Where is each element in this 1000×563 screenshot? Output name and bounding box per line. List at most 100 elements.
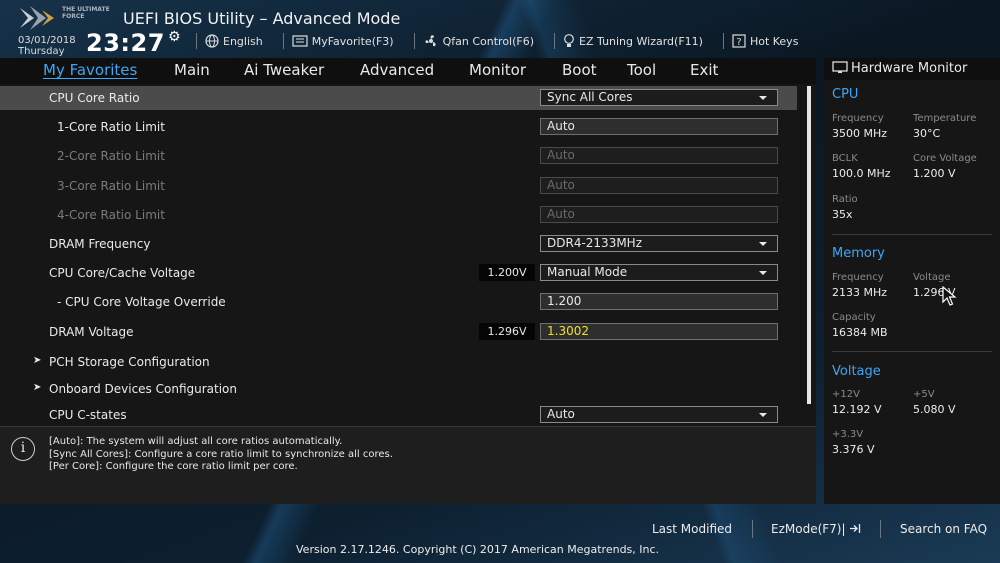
current-voltage-readout: 1.200V [479, 264, 535, 281]
ratio-label: Ratio [832, 194, 858, 205]
setting-row-4-core-ratio: 4-Core Ratio Limit Auto [0, 203, 797, 227]
2-core-ratio-input: Auto [540, 147, 778, 164]
copyright-text: Version 2.17.1246. Copyright (C) 2017 Am… [296, 543, 660, 556]
setting-row-3-core-ratio: 3-Core Ratio Limit Auto [0, 174, 797, 198]
toolbar-separator [196, 33, 197, 49]
main-panel: My Favorites Main Ai Tweaker Advanced Mo… [0, 58, 816, 504]
v33-label: +3.3V [832, 429, 864, 440]
weekday: Thursday [18, 46, 65, 57]
bulb-icon [564, 34, 574, 47]
tab-bar: My Favorites Main Ai Tweaker Advanced Mo… [0, 58, 816, 84]
dram-frequency-dropdown[interactable]: DDR4-2133MHz [540, 235, 778, 252]
tab-main[interactable]: Main [174, 61, 210, 79]
setting-row-2-core-ratio: 2-Core Ratio Limit Auto [0, 144, 797, 168]
submenu-onboard-devices[interactable]: ➤ Onboard Devices Configuration [0, 377, 797, 401]
exit-arrow-icon [850, 524, 861, 533]
qfan-button[interactable]: Qfan Control(F6) [413, 33, 535, 49]
tab-boot[interactable]: Boot [562, 61, 597, 79]
setting-row-cpu-core-ratio[interactable]: CPU Core Ratio Sync All Cores [0, 86, 797, 110]
v12-label: +12V [832, 389, 860, 400]
setting-row-cpu-c-states[interactable]: CPU C-states Auto [0, 403, 797, 426]
info-icon: i [11, 437, 35, 461]
current-voltage-readout: 1.296V [479, 323, 535, 340]
search-faq-button[interactable]: Search on FAQ [900, 522, 987, 536]
memory-frequency-value: 2133 MHz [832, 286, 888, 299]
3-core-ratio-input: Auto [540, 177, 778, 194]
myfavorite-label: MyFavorite(F3) [311, 34, 394, 48]
help-text: [Auto]: The system will adjust all core … [49, 436, 393, 474]
setting-label: CPU Core/Cache Voltage [49, 266, 196, 280]
help-line: [Sync All Cores]: Configure a core ratio… [49, 448, 393, 460]
capacity-label: Capacity [832, 312, 876, 323]
last-modified-button[interactable]: Last Modified [652, 522, 732, 536]
scrollbar-thumb[interactable] [807, 86, 811, 404]
footer-separator [880, 520, 881, 538]
setting-label: 2-Core Ratio Limit [57, 149, 165, 163]
setting-label: - CPU Core Voltage Override [57, 295, 226, 309]
4-core-ratio-input: Auto [540, 206, 778, 223]
cpu-frequency-value: 3500 MHz [832, 127, 888, 140]
app-title: UEFI BIOS Utility – Advanced Mode [123, 9, 401, 28]
1-core-ratio-input[interactable]: Auto [540, 118, 778, 135]
footer-separator [752, 520, 753, 538]
setting-label: DRAM Voltage [49, 325, 134, 339]
cpu-temperature-label: Temperature [913, 113, 977, 124]
myfavorite-button[interactable]: MyFavorite(F3) [282, 33, 394, 49]
submenu-arrow-icon: ➤ [33, 382, 42, 393]
tab-my-favorites[interactable]: My Favorites [43, 61, 137, 79]
question-icon: ? [732, 34, 746, 48]
ezmode-label: EzMode(F7)| [771, 522, 846, 536]
cpu-core-ratio-dropdown[interactable]: Sync All Cores [540, 89, 778, 106]
settings-list: CPU Core Ratio Sync All Cores 1-Core Rat… [0, 86, 800, 426]
section-divider [832, 351, 992, 352]
setting-label: PCH Storage Configuration [49, 355, 210, 369]
ratio-value: 35x [832, 208, 853, 221]
clock: 23:27 [86, 29, 165, 57]
svg-text:?: ? [736, 37, 741, 48]
bclk-label: BCLK [832, 153, 858, 164]
v33-value: 3.376 V [832, 443, 875, 456]
cpu-voltage-mode-dropdown[interactable]: Manual Mode [540, 264, 778, 281]
dram-voltage-input[interactable]: 1.3002 [540, 323, 778, 340]
globe-icon [205, 34, 219, 48]
toolbar-separator [413, 33, 415, 49]
tab-exit[interactable]: Exit [690, 61, 718, 79]
help-line: [Per Core]: Configure the core ratio lim… [49, 461, 298, 472]
setting-label: Onboard Devices Configuration [49, 382, 238, 396]
cpu-frequency-label: Frequency [832, 113, 884, 124]
submenu-pch-storage[interactable]: ➤ PCH Storage Configuration [0, 350, 797, 374]
language-button[interactable]: English [196, 33, 263, 49]
tab-advanced[interactable]: Advanced [360, 61, 434, 79]
hotkeys-button[interactable]: ? Hot Keys [722, 33, 799, 49]
logo-text: THE ULTIMATE FORCE [62, 6, 110, 20]
tab-tool[interactable]: Tool [627, 61, 656, 79]
hotkeys-label: Hot Keys [749, 34, 799, 48]
mouse-cursor-icon [942, 286, 957, 306]
qfan-label: Qfan Control(F6) [442, 34, 535, 48]
ez-tuning-button[interactable]: EZ Tuning Wizard(F11) [554, 33, 703, 49]
cpu-c-states-dropdown[interactable]: Auto [540, 406, 778, 423]
ezmode-button[interactable]: EzMode(F7)| [771, 522, 861, 536]
cpu-voltage-override-input[interactable]: 1.200 [540, 293, 778, 310]
setting-label: 3-Core Ratio Limit [57, 179, 165, 193]
toolbar: English MyFavorite(F3) Qfan Control(F6) … [196, 33, 818, 49]
toolbar-separator [282, 33, 284, 49]
favorite-icon [292, 35, 308, 47]
section-divider [832, 234, 992, 235]
setting-label: CPU Core Ratio [49, 91, 140, 105]
setting-label: CPU C-states [49, 408, 127, 422]
tab-monitor[interactable]: Monitor [469, 61, 526, 79]
language-label: English [223, 34, 263, 48]
tab-ai-tweaker[interactable]: Ai Tweaker [244, 61, 324, 79]
capacity-value: 16384 MB [832, 326, 888, 339]
submenu-arrow-icon: ➤ [33, 355, 42, 366]
date-block: 03/01/2018 Thursday [18, 35, 76, 57]
setting-row-dram-voltage[interactable]: DRAM Voltage 1.296V 1.3002 [0, 320, 797, 344]
gear-icon[interactable]: ⚙ [168, 29, 181, 45]
hardware-monitor-panel: Hardware Monitor CPU Frequency 3500 MHz … [824, 58, 1000, 504]
setting-row-1-core-ratio[interactable]: 1-Core Ratio Limit Auto [0, 115, 797, 139]
setting-row-cpu-voltage-override[interactable]: - CPU Core Voltage Override 1.200 [0, 290, 797, 314]
setting-row-dram-frequency[interactable]: DRAM Frequency DDR4-2133MHz [0, 232, 797, 256]
cpu-temperature-value: 30°C [913, 127, 941, 140]
setting-row-cpu-core-cache-voltage[interactable]: CPU Core/Cache Voltage 1.200V Manual Mod… [0, 261, 797, 285]
